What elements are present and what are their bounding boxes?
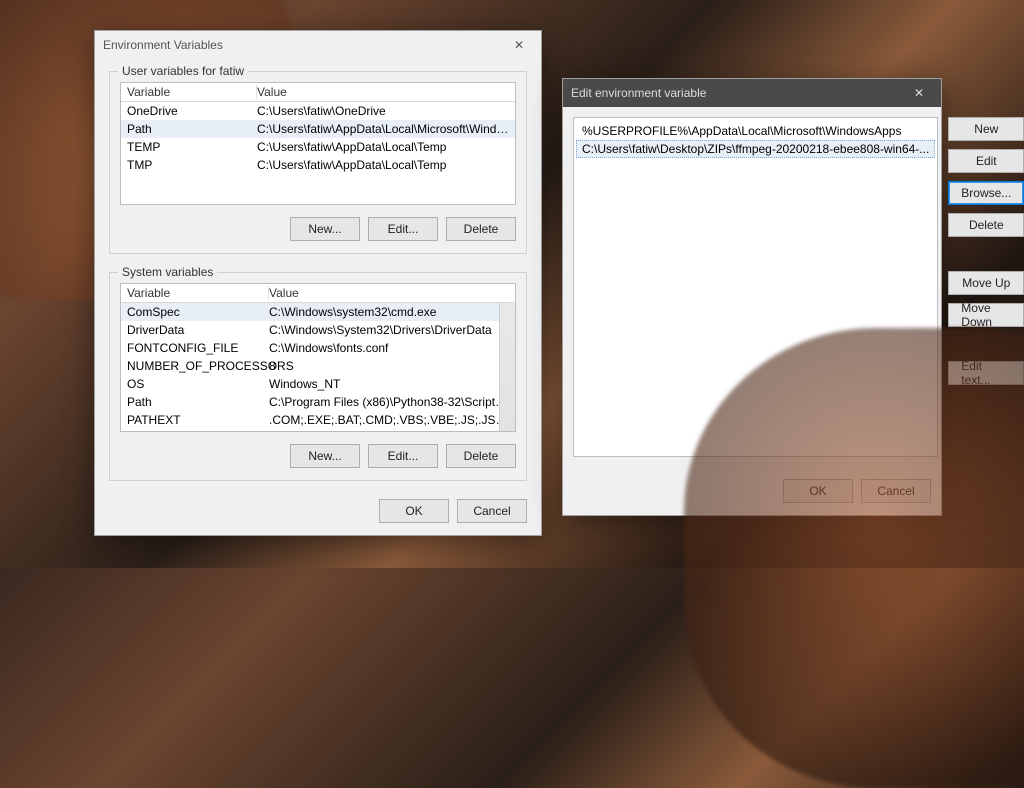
env-title: Environment Variables (103, 38, 223, 52)
table-row[interactable]: OneDriveC:\Users\fatiw\OneDrive (121, 102, 515, 120)
var-name: PATHEXT (127, 413, 269, 427)
col-variable[interactable]: Variable (127, 286, 269, 300)
col-value[interactable]: Value (257, 85, 509, 99)
move-down-button[interactable]: Move Down (948, 303, 1024, 327)
table-row[interactable]: FONTCONFIG_FILEC:\Windows\fonts.conf (121, 339, 515, 357)
table-row[interactable]: TMPC:\Users\fatiw\AppData\Local\Temp (121, 156, 515, 174)
env-ok-button[interactable]: OK (379, 499, 449, 523)
table-row[interactable]: NUMBER_OF_PROCESSORS8 (121, 357, 515, 375)
col-value[interactable]: Value (269, 286, 509, 300)
sys-delete-button[interactable]: Delete (446, 444, 516, 468)
var-name: Path (127, 395, 269, 409)
var-value: C:\Program Files (x86)\Python38-32\Scrip… (269, 395, 509, 409)
user-delete-button[interactable]: Delete (446, 217, 516, 241)
var-name: NUMBER_OF_PROCESSORS (127, 359, 269, 373)
user-group-label: User variables for fatiw (118, 64, 248, 78)
sys-new-button[interactable]: New... (290, 444, 360, 468)
table-row[interactable]: PathC:\Program Files (x86)\Python38-32\S… (121, 393, 515, 411)
var-value: C:\Windows\system32\cmd.exe (269, 305, 509, 319)
edit-text-button[interactable]: Edit text... (948, 361, 1024, 385)
env-cancel-button[interactable]: Cancel (457, 499, 527, 523)
list-header: Variable Value (121, 284, 515, 303)
var-name: TMP (127, 158, 257, 172)
table-row[interactable]: PathC:\Users\fatiw\AppData\Local\Microso… (121, 120, 515, 138)
var-value: C:\Users\fatiw\AppData\Local\Microsoft\W… (257, 122, 509, 136)
table-row[interactable]: OSWindows_NT (121, 375, 515, 393)
var-value: 8 (269, 359, 509, 373)
var-name: OneDrive (127, 104, 257, 118)
user-new-button[interactable]: New... (290, 217, 360, 241)
env-titlebar[interactable]: Environment Variables ✕ (95, 31, 541, 59)
var-value: C:\Windows\fonts.conf (269, 341, 509, 355)
edit-env-variable-dialog: Edit environment variable ✕ %USERPROFILE… (562, 78, 942, 516)
var-name: ComSpec (127, 305, 269, 319)
new-button[interactable]: New (948, 117, 1024, 141)
user-edit-button[interactable]: Edit... (368, 217, 438, 241)
var-name: FONTCONFIG_FILE (127, 341, 269, 355)
var-value: Windows_NT (269, 377, 509, 391)
user-variables-list[interactable]: Variable Value OneDriveC:\Users\fatiw\On… (120, 82, 516, 205)
system-variables-group: System variables Variable Value ComSpecC… (109, 272, 527, 481)
side-buttons: New Edit Browse... Delete Move Up Move D… (948, 117, 1024, 457)
user-variables-group: User variables for fatiw Variable Value … (109, 71, 527, 254)
close-icon[interactable]: ✕ (905, 86, 933, 100)
edit-title: Edit environment variable (571, 86, 706, 100)
move-up-button[interactable]: Move Up (948, 271, 1024, 295)
edit-cancel-button[interactable]: Cancel (861, 479, 931, 503)
close-icon[interactable]: ✕ (505, 38, 533, 52)
environment-variables-dialog: Environment Variables ✕ User variables f… (94, 30, 542, 536)
var-value: .COM;.EXE;.BAT;.CMD;.VBS;.VBE;.JS;.JSE;.… (269, 413, 509, 427)
path-entry[interactable]: %USERPROFILE%\AppData\Local\Microsoft\Wi… (576, 122, 935, 140)
table-row[interactable]: TEMPC:\Users\fatiw\AppData\Local\Temp (121, 138, 515, 156)
var-name: Path (127, 122, 257, 136)
edit-ok-button[interactable]: OK (783, 479, 853, 503)
var-value: C:\Windows\System32\Drivers\DriverData (269, 323, 509, 337)
browse-button[interactable]: Browse... (948, 181, 1024, 205)
table-row[interactable]: ComSpecC:\Windows\system32\cmd.exe (121, 303, 515, 321)
table-row[interactable]: DriverDataC:\Windows\System32\Drivers\Dr… (121, 321, 515, 339)
sys-group-label: System variables (118, 265, 217, 279)
edit-button[interactable]: Edit (948, 149, 1024, 173)
var-value: C:\Users\fatiw\OneDrive (257, 104, 509, 118)
var-name: DriverData (127, 323, 269, 337)
var-name: OS (127, 377, 269, 391)
col-variable[interactable]: Variable (127, 85, 257, 99)
table-row[interactable]: PATHEXT.COM;.EXE;.BAT;.CMD;.VBS;.VBE;.JS… (121, 411, 515, 429)
var-name: TEMP (127, 140, 257, 154)
edit-titlebar[interactable]: Edit environment variable ✕ (563, 79, 941, 107)
var-value: C:\Users\fatiw\AppData\Local\Temp (257, 158, 509, 172)
path-entry[interactable]: C:\Users\fatiw\Desktop\ZIPs\ffmpeg-20200… (576, 140, 935, 158)
path-entries-list[interactable]: %USERPROFILE%\AppData\Local\Microsoft\Wi… (573, 117, 938, 457)
delete-button[interactable]: Delete (948, 213, 1024, 237)
var-value: C:\Users\fatiw\AppData\Local\Temp (257, 140, 509, 154)
system-variables-list[interactable]: Variable Value ComSpecC:\Windows\system3… (120, 283, 516, 432)
list-header: Variable Value (121, 83, 515, 102)
sys-edit-button[interactable]: Edit... (368, 444, 438, 468)
